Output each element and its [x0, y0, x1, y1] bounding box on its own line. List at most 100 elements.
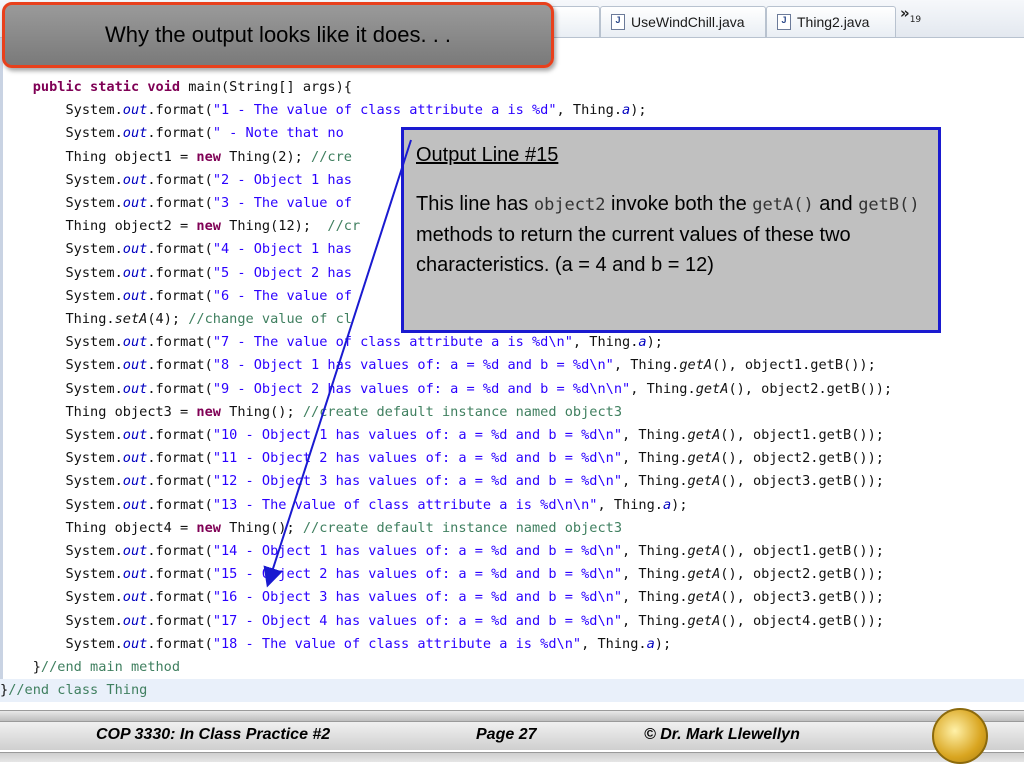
code-token: System.: [0, 125, 123, 141]
code-token: out: [122, 288, 148, 304]
code-token: System.: [0, 334, 123, 350]
code-token: , Thing.: [613, 357, 680, 373]
code-token: System.: [0, 381, 123, 397]
code-token: System.: [0, 265, 123, 281]
code-token: "10 - Object 1 has values of: a = %d and…: [212, 427, 623, 443]
code-token: Thing.: [0, 311, 115, 327]
code-token: .format(: [147, 450, 213, 466]
tab-overflow-button[interactable]: »19: [900, 4, 921, 25]
code-line: Thing.setA(4); //change value of cl: [0, 308, 352, 331]
code-token: "12 - Object 3 has values of: a = %d and…: [212, 473, 623, 489]
code-token: .format(: [147, 288, 213, 304]
code-token: );: [646, 334, 663, 350]
code-token: //change value of cl: [188, 311, 352, 327]
code-token: "15 - Object 2 has values of: a = %d and…: [212, 566, 623, 582]
code-token: Thing(12);: [220, 218, 328, 234]
code-token: , Thing.: [597, 497, 663, 513]
code-line: System.out.format("15 - Object 2 has val…: [0, 563, 884, 586]
code-token: a: [638, 334, 647, 350]
code-line: System.out.format("17 - Object 4 has val…: [0, 610, 883, 633]
code-token: " - Note that no: [212, 125, 344, 141]
code-token: a: [662, 497, 672, 513]
code-token: .format(: [147, 566, 213, 582]
tab-label: Thing2.java: [797, 14, 870, 30]
code-line: }//end main method: [0, 656, 180, 679]
editor-tab[interactable]: J Thing2.java: [766, 6, 896, 37]
code-token: Thing object4 =: [0, 520, 197, 536]
code-token: new: [196, 520, 221, 536]
code-line: System.out.format("18 - The value of cla…: [0, 633, 671, 656]
code-token: , Thing.: [556, 102, 623, 118]
code-token: //cr: [327, 218, 361, 234]
code-line: }//end class Thing: [0, 679, 1024, 702]
callout-code: getB(): [858, 195, 920, 215]
callout-body: This line has object2 invoke both the ge…: [416, 189, 926, 280]
slide-title: Why the output looks like it does. . .: [104, 22, 452, 47]
code-token: (), object3.getB());: [720, 589, 884, 605]
code-token: );: [654, 636, 672, 652]
code-token: .format(: [147, 357, 213, 373]
code-token: out: [122, 125, 148, 141]
code-token: System.: [0, 195, 123, 211]
code-line: System.out.format("16 - Object 3 has val…: [0, 586, 884, 609]
slide-footer: COP 3330: In Class Practice #2 Page 27 ©…: [0, 702, 1024, 768]
code-token: (), object2.getB());: [720, 450, 884, 466]
code-token: (), object1.getB());: [712, 357, 876, 373]
code-token: System.: [0, 102, 123, 118]
code-token: out: [122, 381, 148, 397]
code-token: , Thing.: [622, 427, 688, 443]
code-token: "8 - Object 1 has values of: a = %d and …: [212, 357, 614, 373]
code-token: new: [196, 404, 221, 420]
code-token: (), object2.getB());: [720, 566, 884, 582]
code-line: Thing object4 = new Thing(); //create de…: [0, 517, 622, 540]
code-token: , Thing.: [581, 636, 647, 652]
code-token: );: [671, 497, 688, 513]
callout-text: invoke both the: [605, 193, 753, 215]
callout-code: getA(): [752, 195, 814, 215]
code-token: Thing(2);: [220, 149, 312, 165]
code-token: System.: [0, 613, 123, 629]
code-token: }: [0, 659, 41, 675]
code-token: , Thing.: [572, 334, 639, 350]
code-token: .format(: [147, 589, 213, 605]
java-file-icon: J: [777, 14, 791, 30]
code-token: (), object3.getB());: [720, 473, 884, 489]
tab-label: UseWindChill.java: [631, 14, 745, 30]
code-token: System.: [0, 450, 123, 466]
callout-text: This line has: [416, 193, 534, 215]
footer-page-number: Page 27: [476, 726, 537, 743]
code-token: .format(: [147, 381, 213, 397]
code-token: //create default instance named object3: [302, 404, 623, 420]
university-logo-icon: [932, 708, 988, 764]
code-line: System.out.format("1 - The value of clas…: [0, 99, 647, 122]
java-file-icon: J: [611, 14, 625, 30]
code-token: );: [630, 102, 647, 118]
code-token: //end main method: [40, 659, 181, 675]
code-token: "7 - The value of class attribute a is %…: [212, 334, 573, 350]
code-token: Thing object1 =: [0, 149, 197, 165]
code-token: System.: [0, 288, 123, 304]
code-token: .format(: [147, 102, 213, 118]
code-token: "3 - The value of: [212, 195, 352, 211]
code-token: System.: [0, 172, 123, 188]
explanation-callout: Output Line #15 This line has object2 in…: [401, 127, 941, 333]
code-line: System.out.format("10 - Object 1 has val…: [0, 424, 883, 447]
code-line: System.out.format("8 - Object 1 has valu…: [0, 354, 876, 377]
code-token: out: [122, 195, 148, 211]
code-token: .format(: [147, 497, 213, 513]
code-line: System.out.format("13 - The value of cla…: [0, 494, 688, 517]
code-token: "2 - Object 1 has: [212, 172, 352, 188]
code-token: , Thing.: [622, 589, 688, 605]
code-token: .format(: [147, 473, 213, 489]
code-token: "16 - Object 3 has values of: a = %d and…: [212, 589, 623, 605]
code-token: "11 - Object 2 has values of: a = %d and…: [212, 450, 623, 466]
code-line: System.out.format("6 - The value of: [0, 285, 351, 308]
slide-title-box: Why the output looks like it does. . .: [2, 2, 554, 68]
editor-tab[interactable]: J UseWindChill.java: [600, 6, 766, 37]
code-token: getA: [687, 589, 721, 605]
callout-code: object2: [533, 195, 606, 215]
code-token: System.: [0, 241, 123, 257]
code-token: .format(: [147, 172, 213, 188]
code-token: Thing();: [220, 404, 303, 420]
